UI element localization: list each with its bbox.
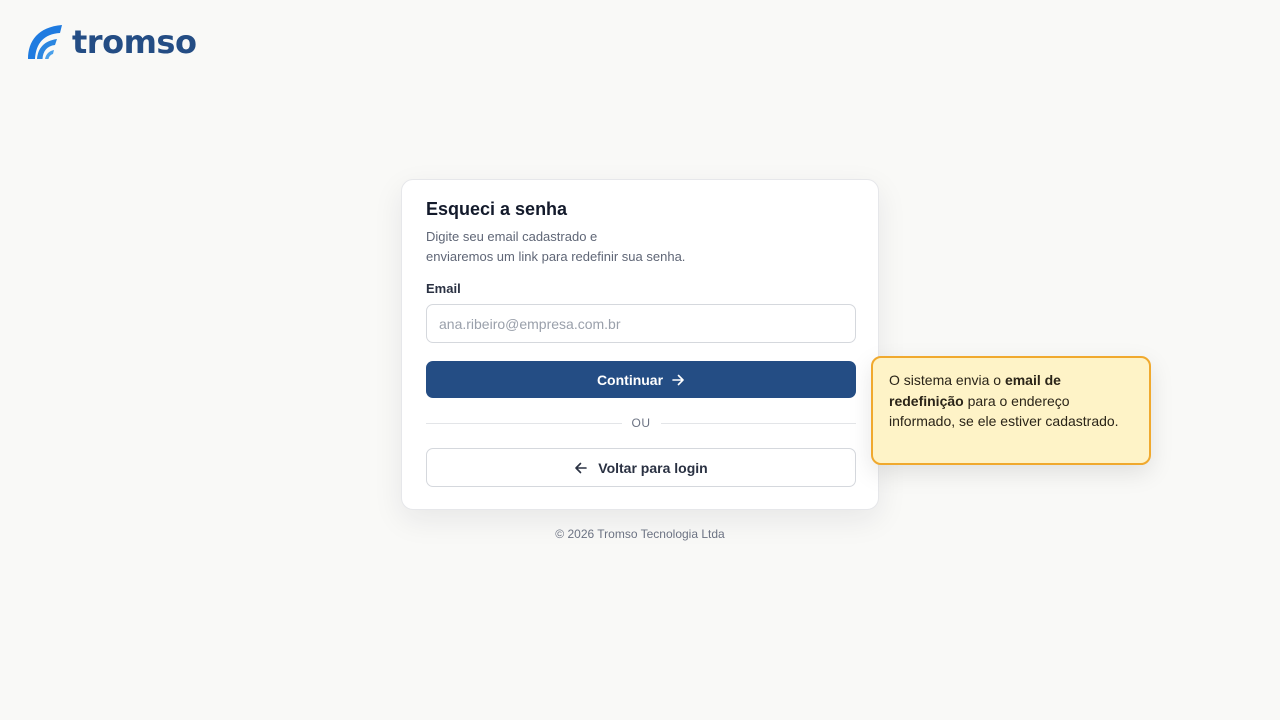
continue-button-label: Continuar bbox=[596, 371, 664, 388]
help-tooltip: O sistema envia o email de redefinição p… bbox=[871, 356, 1151, 465]
email-label: Email bbox=[426, 281, 461, 296]
continue-button[interactable]: Continuar bbox=[426, 361, 856, 398]
tromso-logo-icon bbox=[28, 25, 62, 59]
arrow-left-icon bbox=[575, 462, 588, 473]
page-subtitle: Digite seu email cadastrado e enviaremos… bbox=[426, 227, 846, 267]
email-input[interactable] bbox=[426, 304, 856, 343]
subtitle-line-1: Digite seu email cadastrado e bbox=[426, 229, 598, 244]
forgot-password-card: Esqueci a senha Digite seu email cadastr… bbox=[401, 179, 879, 510]
divider-line-left bbox=[426, 422, 622, 424]
divider-label: OU bbox=[631, 416, 651, 430]
or-divider: OU bbox=[426, 415, 856, 431]
brand-name: tromso bbox=[72, 23, 197, 61]
tooltip-text-before: O sistema envia o bbox=[889, 372, 1005, 388]
footer-copyright: © 2026 Tromso Tecnologia Ltda bbox=[555, 527, 725, 541]
brand-logo: tromso bbox=[24, 23, 197, 61]
subtitle-line-2: enviaremos um link para redefinir sua se… bbox=[426, 249, 686, 264]
page-title: Esqueci a senha bbox=[426, 199, 568, 219]
back-to-login-label: Voltar para login bbox=[598, 459, 708, 476]
back-to-login-button[interactable]: Voltar para login bbox=[426, 448, 856, 487]
divider-line-right bbox=[660, 422, 856, 424]
arrow-right-icon bbox=[672, 374, 684, 385]
